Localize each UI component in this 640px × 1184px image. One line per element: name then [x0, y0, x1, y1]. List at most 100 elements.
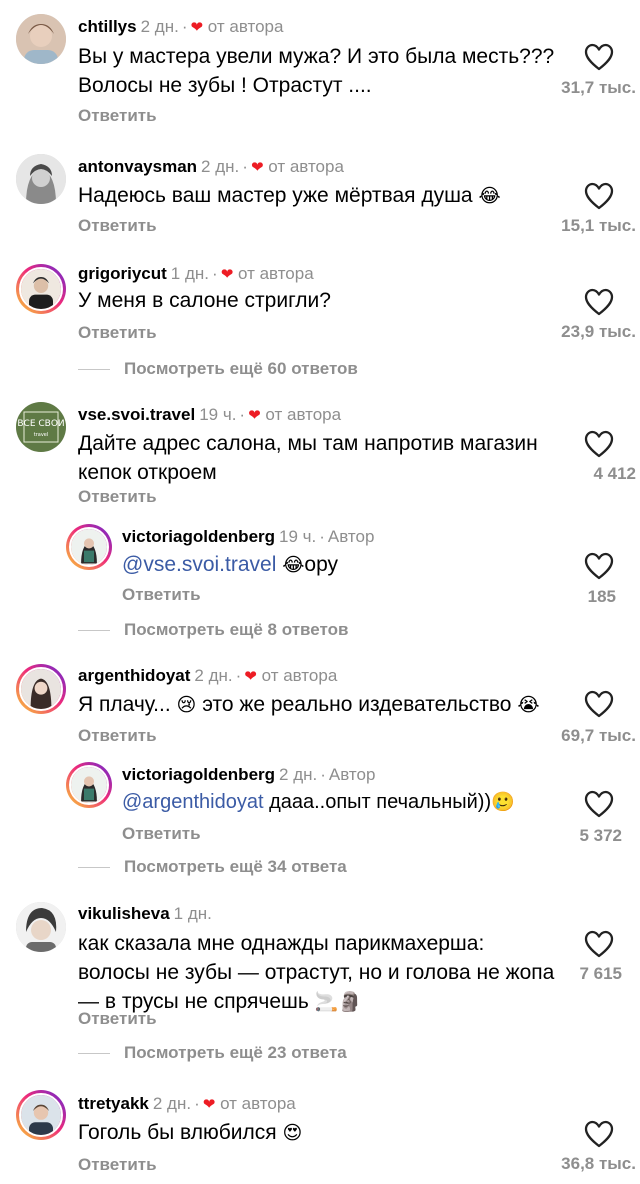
comment-header: argenthidoyat 2 дн. · ❤ от автора: [78, 666, 338, 685]
like-count: 31,7 тыс.: [561, 78, 636, 97]
svg-text:travel: travel: [34, 432, 49, 438]
avatar[interactable]: [66, 524, 112, 570]
like-count: 23,9 тыс.: [561, 322, 636, 341]
reply-button[interactable]: Ответить: [78, 322, 157, 344]
timestamp: 19 ч.: [279, 527, 317, 546]
username[interactable]: vikulisheva: [78, 904, 170, 923]
mention-link[interactable]: @argenthidoyat: [122, 791, 264, 813]
laughing-emoji-icon: 😂: [282, 554, 305, 576]
mention-link[interactable]: @vse.svoi.travel: [122, 553, 276, 576]
heart-outline-icon[interactable]: [584, 552, 614, 580]
view-more-replies[interactable]: Посмотреть ещё 23 ответа: [78, 1042, 347, 1064]
username[interactable]: victoriagoldenberg: [122, 527, 275, 546]
reply-text: @vse.svoi.travel 😂ору: [122, 553, 339, 576]
reply-header: victoriagoldenberg 19 ч. · Автор: [122, 527, 375, 546]
avatar[interactable]: [16, 14, 66, 64]
like-count: 185: [587, 587, 616, 606]
avatar[interactable]: [66, 762, 112, 808]
avatar[interactable]: [16, 1090, 66, 1140]
crying-emoji-icon: 😢: [176, 694, 197, 716]
like-count: 5 372: [579, 826, 622, 845]
smiling-tear-emoji-icon: 🥲: [491, 791, 515, 813]
avatar[interactable]: [16, 264, 66, 314]
view-more-replies[interactable]: Посмотреть ещё 60 ответов: [78, 358, 358, 380]
username[interactable]: ttretyakk: [78, 1094, 149, 1113]
heart-outline-icon[interactable]: [584, 182, 614, 210]
liked-by-author-label: от автора: [220, 1094, 296, 1113]
heart-outline-icon[interactable]: [584, 288, 614, 316]
timestamp: 1 дн.: [170, 264, 210, 283]
username[interactable]: antonvaysman: [78, 157, 197, 176]
reply-button[interactable]: Ответить: [122, 823, 201, 845]
heart-eyes-emoji-icon: 😍: [282, 1122, 303, 1144]
avatar[interactable]: ВСЕ СВОИ travel: [16, 402, 66, 452]
comment-header: ttretyakk 2 дн. · ❤ от автора: [78, 1094, 296, 1113]
liked-by-author-label: от автора: [265, 405, 342, 424]
laughing-emoji-icon: 😂: [478, 185, 501, 207]
comment-text: Надеюсь ваш мастер уже мёртвая душа 😂: [78, 184, 501, 207]
author-tag: Автор: [328, 765, 376, 784]
comment-text: Вы у мастера увели мужа? И это была мест…: [78, 45, 555, 97]
username[interactable]: argenthidoyat: [78, 666, 190, 685]
timestamp: 2 дн.: [201, 157, 240, 176]
timestamp: 2 дн.: [279, 765, 318, 784]
reply-header: victoriagoldenberg 2 дн. · Автор: [122, 765, 376, 784]
liked-by-author-label: от автора: [207, 17, 284, 36]
heart-outline-icon[interactable]: [584, 1120, 614, 1148]
heart-outline-icon[interactable]: [584, 690, 614, 718]
timestamp: 2 дн.: [140, 17, 179, 36]
comment-header: vse.svoi.travel 19 ч. · ❤ от автора: [78, 405, 342, 424]
comment-text: как сказала мне однажды парикмахерша: во…: [78, 932, 555, 1013]
username[interactable]: victoriagoldenberg: [122, 765, 275, 784]
comment-header: antonvaysman 2 дн. · ❤ от автора: [78, 157, 344, 176]
timestamp: 1 дн.: [173, 904, 212, 923]
comment-text: Дайте адрес салона, мы там напротив мага…: [78, 432, 538, 484]
cigarette-moai-emoji-icon: 🚬🗿: [314, 991, 362, 1013]
heart-filled-icon: ❤: [220, 266, 234, 283]
like-count: 15,1 тыс.: [561, 216, 636, 235]
like-count: 36,8 тыс.: [561, 1154, 636, 1173]
avatar[interactable]: [16, 154, 66, 204]
reply-button[interactable]: Ответить: [78, 1154, 157, 1176]
view-more-replies[interactable]: Посмотреть ещё 8 ответов: [78, 619, 348, 641]
liked-by-author-label: от автора: [261, 666, 338, 685]
comment-header: grigoriycut 1 дн. · ❤ от автора: [78, 264, 314, 283]
reply-text: @argenthidoyat дааа..опыт печальный))🥲: [122, 791, 515, 813]
comment-text: У меня в салоне стригли?: [78, 289, 331, 312]
reply-button[interactable]: Ответить: [78, 105, 157, 127]
heart-filled-icon: ❤: [190, 19, 204, 36]
author-tag: Автор: [327, 527, 375, 546]
reply-button[interactable]: Ответить: [78, 215, 157, 237]
like-count: 69,7 тыс.: [561, 726, 636, 745]
sobbing-emoji-icon: 😭: [517, 694, 540, 716]
svg-text:ВСЕ СВОИ: ВСЕ СВОИ: [17, 419, 64, 429]
avatar[interactable]: [16, 902, 66, 952]
reply-button[interactable]: Ответить: [78, 1008, 157, 1030]
view-more-replies[interactable]: Посмотреть ещё 34 ответа: [78, 856, 347, 878]
comment-text: Гоголь бы влюбился 😍: [78, 1121, 303, 1144]
username[interactable]: vse.svoi.travel: [78, 405, 195, 424]
comment-header: chtillys 2 дн. · ❤ от автора: [78, 17, 284, 36]
heart-outline-icon[interactable]: [584, 43, 614, 71]
liked-by-author-label: от автора: [268, 157, 344, 176]
heart-filled-icon: ❤: [248, 407, 261, 424]
heart-outline-icon[interactable]: [584, 430, 614, 458]
timestamp: 19 ч.: [199, 405, 237, 424]
heart-outline-icon[interactable]: [584, 930, 614, 958]
like-count: 4 412: [593, 464, 636, 483]
heart-filled-icon: ❤: [244, 668, 257, 685]
liked-by-author-label: от автора: [238, 264, 314, 283]
reply-button[interactable]: Ответить: [78, 725, 157, 747]
username[interactable]: chtillys: [78, 17, 137, 36]
comment-header: vikulisheva 1 дн.: [78, 903, 212, 925]
heart-filled-icon: ❤: [250, 159, 264, 176]
timestamp: 2 дн.: [194, 666, 233, 685]
avatar[interactable]: [16, 664, 66, 714]
username[interactable]: grigoriycut: [78, 264, 167, 283]
timestamp: 2 дн.: [152, 1094, 192, 1113]
like-count: 7 615: [579, 964, 622, 983]
heart-outline-icon[interactable]: [584, 790, 614, 818]
comment-text: Я плачу... 😢 это же реально издевательст…: [78, 693, 540, 716]
reply-button[interactable]: Ответить: [122, 584, 201, 606]
reply-button[interactable]: Ответить: [78, 486, 157, 508]
